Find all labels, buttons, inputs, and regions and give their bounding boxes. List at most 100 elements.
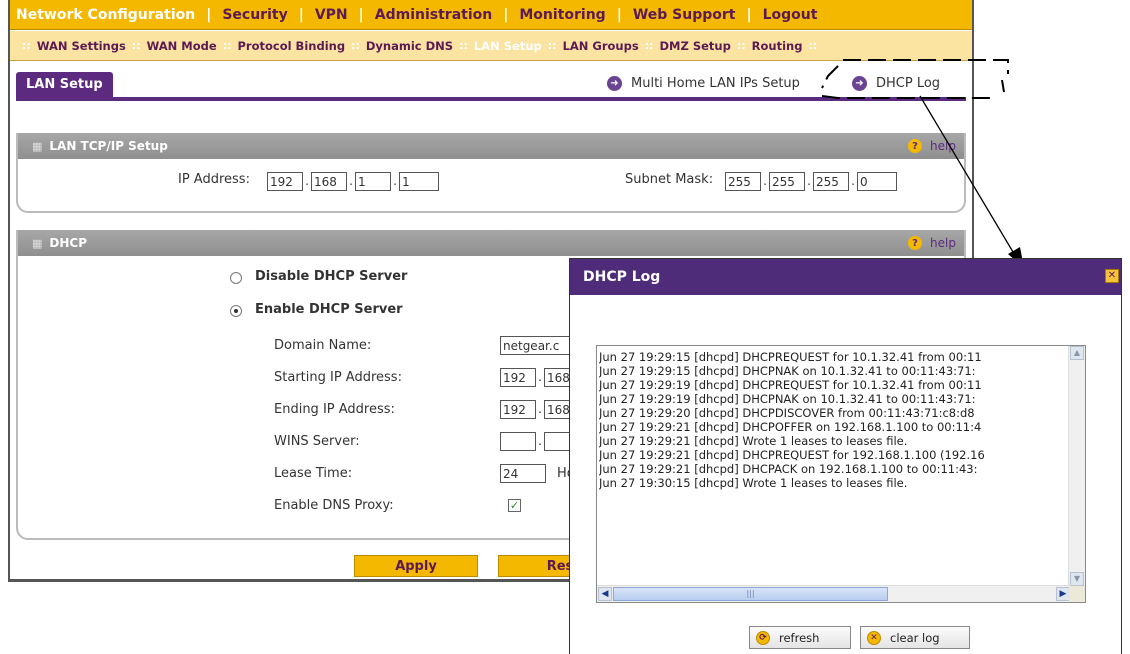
menu-monitoring[interactable]: Monitoring [519, 7, 605, 23]
lan-tcpip-header: ▦ LAN TCP/IP Setup ? help [18, 133, 964, 159]
octet-dot: . [807, 174, 811, 188]
arrow-circle-icon: ➜ [607, 76, 622, 91]
refresh-label: refresh [779, 630, 820, 645]
disable-dhcp-label: Disable DHCP Server [255, 269, 408, 284]
submenu-lan-groups[interactable]: LAN Groups [563, 39, 639, 53]
menu-separator: :: [459, 39, 468, 52]
log-line: Jun 27 19:30:15 [dhcpd] Wrote 1 leases t… [599, 476, 908, 490]
ending-ip-label: Ending IP Address: [274, 402, 395, 417]
octet-dot: . [538, 370, 542, 384]
arrow-circle-icon: ➜ [852, 76, 867, 91]
ip-octet-4[interactable]: 1 [399, 172, 439, 191]
octet-dot: . [851, 174, 855, 188]
horizontal-scroll-thumb[interactable]: ||| [613, 587, 888, 601]
domain-name-label: Domain Name: [274, 338, 372, 353]
disable-dhcp-radio[interactable] [230, 272, 242, 284]
log-line: Jun 27 19:29:21 [dhcpd] DHCPREQUEST for … [599, 448, 985, 462]
tab-lan-setup[interactable]: LAN Setup [16, 72, 113, 98]
menu-separator: | [746, 6, 752, 23]
log-text: Jun 27 19:29:15 [dhcpd] DHCPREQUEST for … [599, 350, 1069, 490]
scroll-left-icon[interactable]: ◀ [598, 587, 612, 601]
wins-octet-1[interactable] [500, 432, 536, 451]
submenu-protocol-binding[interactable]: Protocol Binding [238, 39, 346, 53]
horizontal-scrollbar[interactable]: ◀ ||| ▶ [597, 585, 1071, 602]
menu-security[interactable]: Security [222, 7, 287, 23]
mask-octet-1[interactable]: 255 [725, 172, 761, 191]
menu-separator: | [358, 6, 364, 23]
enable-dhcp-radio[interactable] [230, 305, 242, 317]
dialog-title-bar: DHCP Log ✕ [570, 259, 1121, 295]
multi-home-lan-ips-label: Multi Home LAN IPs Setup [631, 76, 800, 91]
apply-button[interactable]: Apply [354, 555, 478, 577]
ip-octet-2[interactable]: 168 [311, 172, 347, 191]
enable-dhcp-label: Enable DHCP Server [255, 302, 403, 317]
menu-separator: :: [351, 39, 360, 52]
scroll-up-icon[interactable]: ▲ [1070, 346, 1084, 360]
lease-time-label: Lease Time: [274, 466, 353, 481]
help-icon: ? [908, 236, 923, 250]
log-line: Jun 27 19:29:21 [dhcpd] DHCPOFFER on 192… [599, 420, 982, 434]
submenu-routing[interactable]: Routing [752, 39, 803, 53]
dhcp-help-link[interactable]: ? help [908, 230, 956, 256]
clear-log-label: clear log [890, 630, 940, 645]
grip-icon: ▦ [32, 236, 42, 250]
starting-ip-label: Starting IP Address: [274, 370, 402, 385]
menu-separator: :: [736, 39, 746, 52]
menu-logout[interactable]: Logout [763, 7, 818, 23]
clear-log-button[interactable]: ✕ clear log [860, 626, 970, 649]
clear-icon: ✕ [867, 630, 881, 645]
menu-separator: :: [222, 39, 232, 52]
octet-dot: . [538, 402, 542, 416]
mask-octet-3[interactable]: 255 [813, 172, 849, 191]
log-line: Jun 27 19:29:20 [dhcpd] DHCPDISCOVER fro… [599, 406, 975, 420]
mask-octet-4[interactable]: 0 [857, 172, 897, 191]
submenu-dmz-setup[interactable]: DMZ Setup [660, 39, 731, 53]
subnet-mask-label: Subnet Mask: [625, 172, 714, 187]
lease-time-input[interactable]: 24 [500, 464, 546, 483]
submenu-wan-settings[interactable]: WAN Settings [37, 39, 126, 53]
help-label: help [930, 236, 956, 250]
multi-home-lan-ips-link[interactable]: ➜ Multi Home LAN IPs Setup [607, 76, 800, 91]
menu-separator: | [206, 6, 212, 23]
log-line: Jun 27 19:29:21 [dhcpd] DHCPACK on 192.1… [599, 462, 978, 476]
submenu-lan-setup[interactable]: LAN Setup [474, 39, 542, 53]
log-line: Jun 27 19:29:21 [dhcpd] Wrote 1 leases t… [599, 434, 908, 448]
domain-name-input[interactable]: netgear.c [500, 336, 580, 355]
close-icon[interactable]: ✕ [1105, 269, 1119, 283]
menu-administration[interactable]: Administration [375, 7, 492, 23]
menu-web-support[interactable]: Web Support [633, 7, 736, 23]
end-octet-1[interactable]: 192 [500, 400, 536, 419]
vertical-scrollbar[interactable]: ▲ ▼ [1068, 346, 1085, 586]
dns-proxy-checkbox[interactable]: ✓ [508, 499, 521, 512]
menu-separator: :: [808, 39, 818, 52]
menu-separator: | [298, 6, 304, 23]
menu-separator: | [503, 6, 509, 23]
menu-separator: :: [547, 39, 557, 52]
refresh-icon: ⟳ [756, 630, 770, 645]
mask-octet-2[interactable]: 255 [769, 172, 805, 191]
ip-octet-3[interactable]: 1 [355, 172, 391, 191]
dhcp-log-dialog: DHCP Log ✕ Jun 27 19:29:15 [dhcpd] DHCPR… [569, 258, 1122, 654]
primary-menu: Network Configuration | Security | VPN |… [10, 0, 972, 30]
scroll-corner [1069, 586, 1085, 602]
help-label: help [930, 139, 956, 153]
menu-vpn[interactable]: VPN [315, 7, 348, 23]
lan-tcpip-panel: ▦ LAN TCP/IP Setup ? help IP Address: 19… [16, 133, 966, 213]
start-octet-1[interactable]: 192 [500, 368, 536, 387]
scroll-down-icon[interactable]: ▼ [1070, 572, 1084, 586]
dhcp-title: DHCP [49, 236, 88, 250]
log-line: Jun 27 19:29:19 [dhcpd] DHCPREQUEST for … [599, 378, 982, 392]
refresh-button[interactable]: ⟳ refresh [749, 626, 851, 649]
dialog-title: DHCP Log [583, 269, 661, 285]
lan-tcpip-help-link[interactable]: ? help [908, 133, 956, 159]
octet-dot: . [538, 434, 542, 448]
dhcp-log-link[interactable]: ➜ DHCP Log [852, 76, 940, 91]
submenu-dynamic-dns[interactable]: Dynamic DNS [366, 39, 453, 53]
log-textarea[interactable]: Jun 27 19:29:15 [dhcpd] DHCPREQUEST for … [596, 345, 1086, 603]
submenu-wan-mode[interactable]: WAN Mode [147, 39, 217, 53]
scroll-right-icon[interactable]: ▶ [1056, 587, 1070, 601]
ip-address-label: IP Address: [178, 172, 250, 187]
menu-network-configuration[interactable]: Network Configuration [16, 7, 195, 23]
log-line: Jun 27 19:29:15 [dhcpd] DHCPREQUEST for … [599, 350, 982, 364]
ip-octet-1[interactable]: 192 [267, 172, 303, 191]
